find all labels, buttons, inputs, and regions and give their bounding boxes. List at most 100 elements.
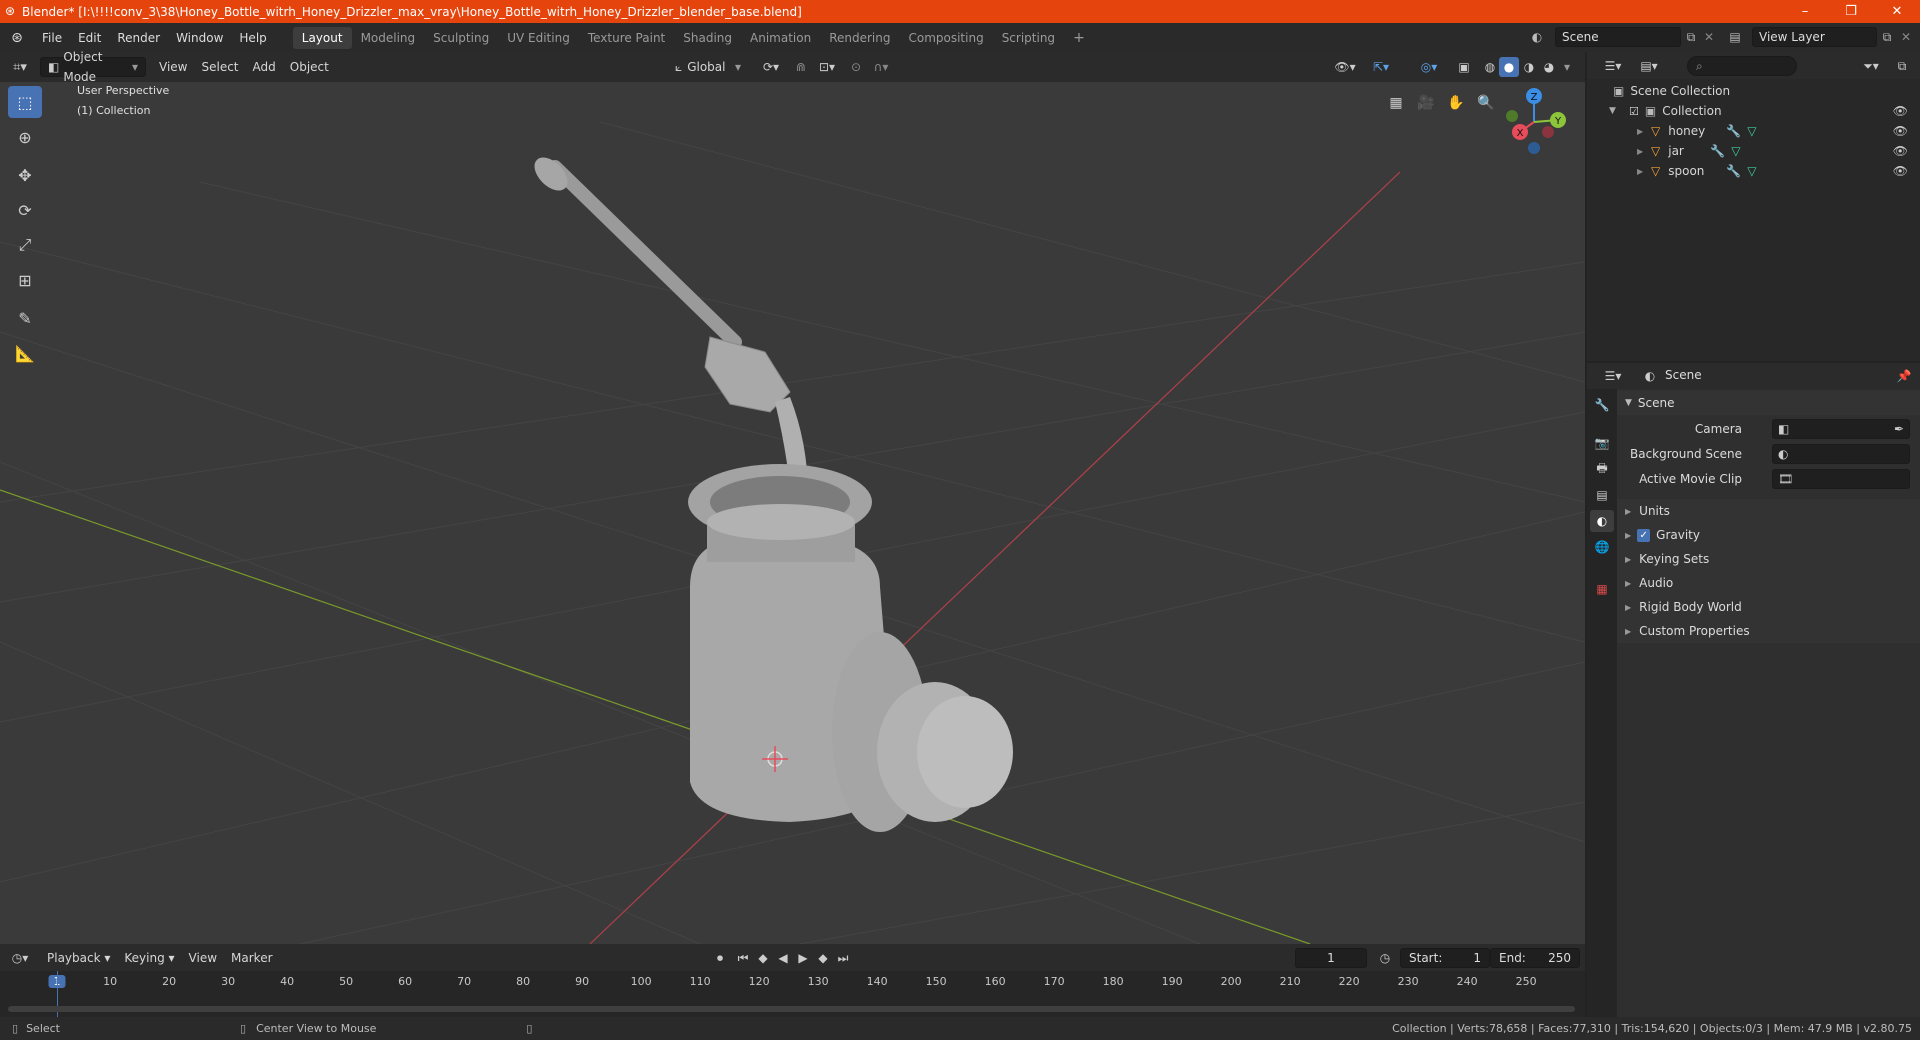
play-reverse-icon[interactable]: ◀	[773, 948, 793, 968]
blender-menu-icon[interactable]: ⊛	[0, 27, 34, 49]
modifier-wrench-icon[interactable]: 🔧	[1726, 164, 1741, 178]
menu-window[interactable]: Window	[168, 27, 231, 49]
annotate-tool[interactable]: ✎	[8, 302, 42, 334]
tab-shading[interactable]: Shading	[674, 27, 741, 49]
expand-arrow-icon[interactable]: ▶	[1637, 167, 1647, 176]
proportional-edit-icon[interactable]: ⊙	[846, 57, 866, 77]
subpanel-keying-sets[interactable]: ▶ Keying Sets	[1617, 547, 1920, 571]
scale-tool[interactable]: ⤢	[8, 229, 42, 261]
3d-viewport[interactable]: User Perspective (1) Collection ▦ 🎥 ✋ 🔍 …	[0, 82, 1585, 944]
active-movie-clip-field[interactable]: 🎞	[1772, 469, 1910, 489]
tab-rendering[interactable]: Rendering	[820, 27, 899, 49]
measure-tool[interactable]: 📐	[8, 337, 42, 369]
scene-selector[interactable]: Scene	[1555, 27, 1681, 47]
maximize-button[interactable]: ❐	[1828, 0, 1874, 23]
new-collection-icon[interactable]: ⧉	[1892, 56, 1912, 76]
subpanel-custom-properties[interactable]: ▶ Custom Properties	[1617, 619, 1920, 643]
subpanel-gravity[interactable]: ▶ ✓ Gravity	[1617, 523, 1920, 547]
display-mode-icon[interactable]: ▤▾	[1635, 56, 1663, 76]
visibility-icon[interactable]: 👁▾	[1330, 57, 1360, 77]
outliner-editor-type-icon[interactable]: ☰▾	[1599, 56, 1627, 76]
camera-view-icon[interactable]: 🎥	[1413, 90, 1439, 116]
menu-object[interactable]: Object	[283, 57, 336, 77]
background-scene-field[interactable]: ◐	[1772, 444, 1910, 464]
falloff-icon[interactable]: ∩▾	[866, 57, 896, 77]
tab-modeling[interactable]: Modeling	[352, 27, 425, 49]
outliner-row-jar[interactable]: ▶ ▽ jar 🔧 ▽ 👁	[1587, 141, 1920, 161]
record-icon[interactable]: ⏺	[710, 948, 730, 968]
camera-field[interactable]: ◧ ✒	[1772, 419, 1910, 439]
expand-arrow-icon[interactable]: ▶	[1637, 127, 1647, 136]
outliner-row-scene-collection[interactable]: ▣ Scene Collection	[1587, 81, 1920, 101]
world-tab-icon[interactable]: 🌐	[1592, 537, 1612, 557]
expand-arrow-icon[interactable]: ▼	[1609, 106, 1623, 116]
pivot-point-icon[interactable]: ⟳▾	[756, 57, 786, 77]
scene-tab-icon[interactable]: ◐	[1590, 510, 1614, 532]
tab-compositing[interactable]: Compositing	[899, 27, 992, 49]
eye-icon[interactable]: 👁	[1893, 144, 1908, 158]
xray-icon[interactable]: ▣	[1454, 57, 1474, 77]
render-tab-icon[interactable]: 📷	[1592, 433, 1612, 453]
menu-select[interactable]: Select	[194, 57, 245, 77]
eye-icon[interactable]: 👁	[1893, 124, 1908, 138]
outliner-row-collection[interactable]: ▼ ☑ ▣ Collection 👁	[1587, 101, 1920, 121]
subpanel-units[interactable]: ▶ Units	[1617, 499, 1920, 523]
menu-add[interactable]: Add	[246, 57, 283, 77]
overlay-toggle-icon[interactable]: ◎▾	[1412, 57, 1446, 77]
view-layer-selector[interactable]: View Layer	[1752, 27, 1877, 47]
material-shading-icon[interactable]: ◑	[1519, 57, 1539, 77]
move-tool[interactable]: ✥	[8, 159, 42, 191]
output-tab-icon[interactable]: 🖶	[1592, 459, 1612, 479]
menu-file[interactable]: File	[34, 27, 70, 49]
tab-animation[interactable]: Animation	[741, 27, 820, 49]
menu-edit[interactable]: Edit	[70, 27, 109, 49]
expand-arrow-icon[interactable]: ▶	[1637, 147, 1647, 156]
modifier-wrench-icon[interactable]: 🔧	[1710, 144, 1725, 158]
scene-panel-header[interactable]: ▼ Scene	[1617, 391, 1920, 415]
menu-keying[interactable]: Keying ▾	[117, 948, 181, 968]
rendered-shading-icon[interactable]: ◕	[1539, 57, 1559, 77]
jar-lid-model[interactable]	[832, 632, 1013, 832]
menu-help[interactable]: Help	[231, 27, 274, 49]
properties-editor-type-icon[interactable]: ☰▾	[1599, 366, 1627, 386]
subpanel-rigid-body-world[interactable]: ▶ Rigid Body World	[1617, 595, 1920, 619]
mesh-data-icon[interactable]: ▽	[1747, 164, 1756, 178]
menu-render[interactable]: Render	[109, 27, 168, 49]
delete-scene-icon[interactable]: ✕	[1700, 27, 1718, 47]
gizmo-toggle-icon[interactable]: ⇱▾	[1366, 57, 1396, 77]
rotate-tool[interactable]: ⟳	[8, 194, 42, 226]
current-frame-field[interactable]: 1	[1295, 948, 1367, 968]
preview-range-icon[interactable]: ◷	[1375, 948, 1395, 968]
timeline[interactable]: 1102030405060708090100110120130140150160…	[0, 971, 1585, 1017]
tab-scripting[interactable]: Scripting	[993, 27, 1064, 49]
select-box-tool[interactable]: ⬚	[8, 86, 42, 118]
wireframe-shading-icon[interactable]: ◍	[1480, 57, 1500, 77]
tab-sculpting[interactable]: Sculpting	[424, 27, 498, 49]
transform-tool[interactable]: ⊞	[8, 264, 42, 296]
eyedropper-icon[interactable]: ✒	[1894, 422, 1904, 436]
add-workspace-button[interactable]: +	[1064, 27, 1094, 49]
snap-icon[interactable]: ⋒	[790, 57, 812, 77]
menu-playback[interactable]: Playback ▾	[40, 948, 117, 968]
play-icon[interactable]: ▶	[793, 948, 813, 968]
tab-layout[interactable]: Layout	[292, 26, 352, 49]
gravity-checkbox[interactable]: ✓	[1637, 528, 1651, 542]
tab-texture-paint[interactable]: Texture Paint	[579, 27, 674, 49]
outliner-search-input[interactable]: ⌕	[1687, 56, 1797, 76]
zoom-icon[interactable]: 🔍	[1473, 90, 1499, 116]
menu-marker[interactable]: Marker	[224, 948, 279, 968]
shading-options-icon[interactable]: ▾	[1559, 57, 1575, 77]
orientation-selector[interactable]: ⟀ Global ▾	[668, 57, 748, 77]
prev-keyframe-icon[interactable]: ◆	[753, 948, 773, 968]
cursor-tool[interactable]: ⊕	[8, 121, 42, 153]
start-frame-field[interactable]: Start: 1	[1400, 948, 1490, 968]
mesh-data-icon[interactable]: ▽	[1747, 124, 1756, 138]
scene-icon[interactable]: ◐	[1526, 27, 1548, 47]
navigation-gizmo[interactable]: Z Y X	[1500, 86, 1578, 164]
outliner-row-honey[interactable]: ▶ ▽ honey 🔧 ▽ 👁	[1587, 121, 1920, 141]
texture-tab-icon[interactable]: ▦	[1592, 579, 1612, 599]
mesh-data-icon[interactable]: ▽	[1731, 144, 1740, 158]
solid-shading-icon[interactable]: ●	[1499, 57, 1519, 77]
filter-icon[interactable]: ⏷▾	[1857, 56, 1885, 76]
menu-view[interactable]: View	[152, 57, 194, 77]
